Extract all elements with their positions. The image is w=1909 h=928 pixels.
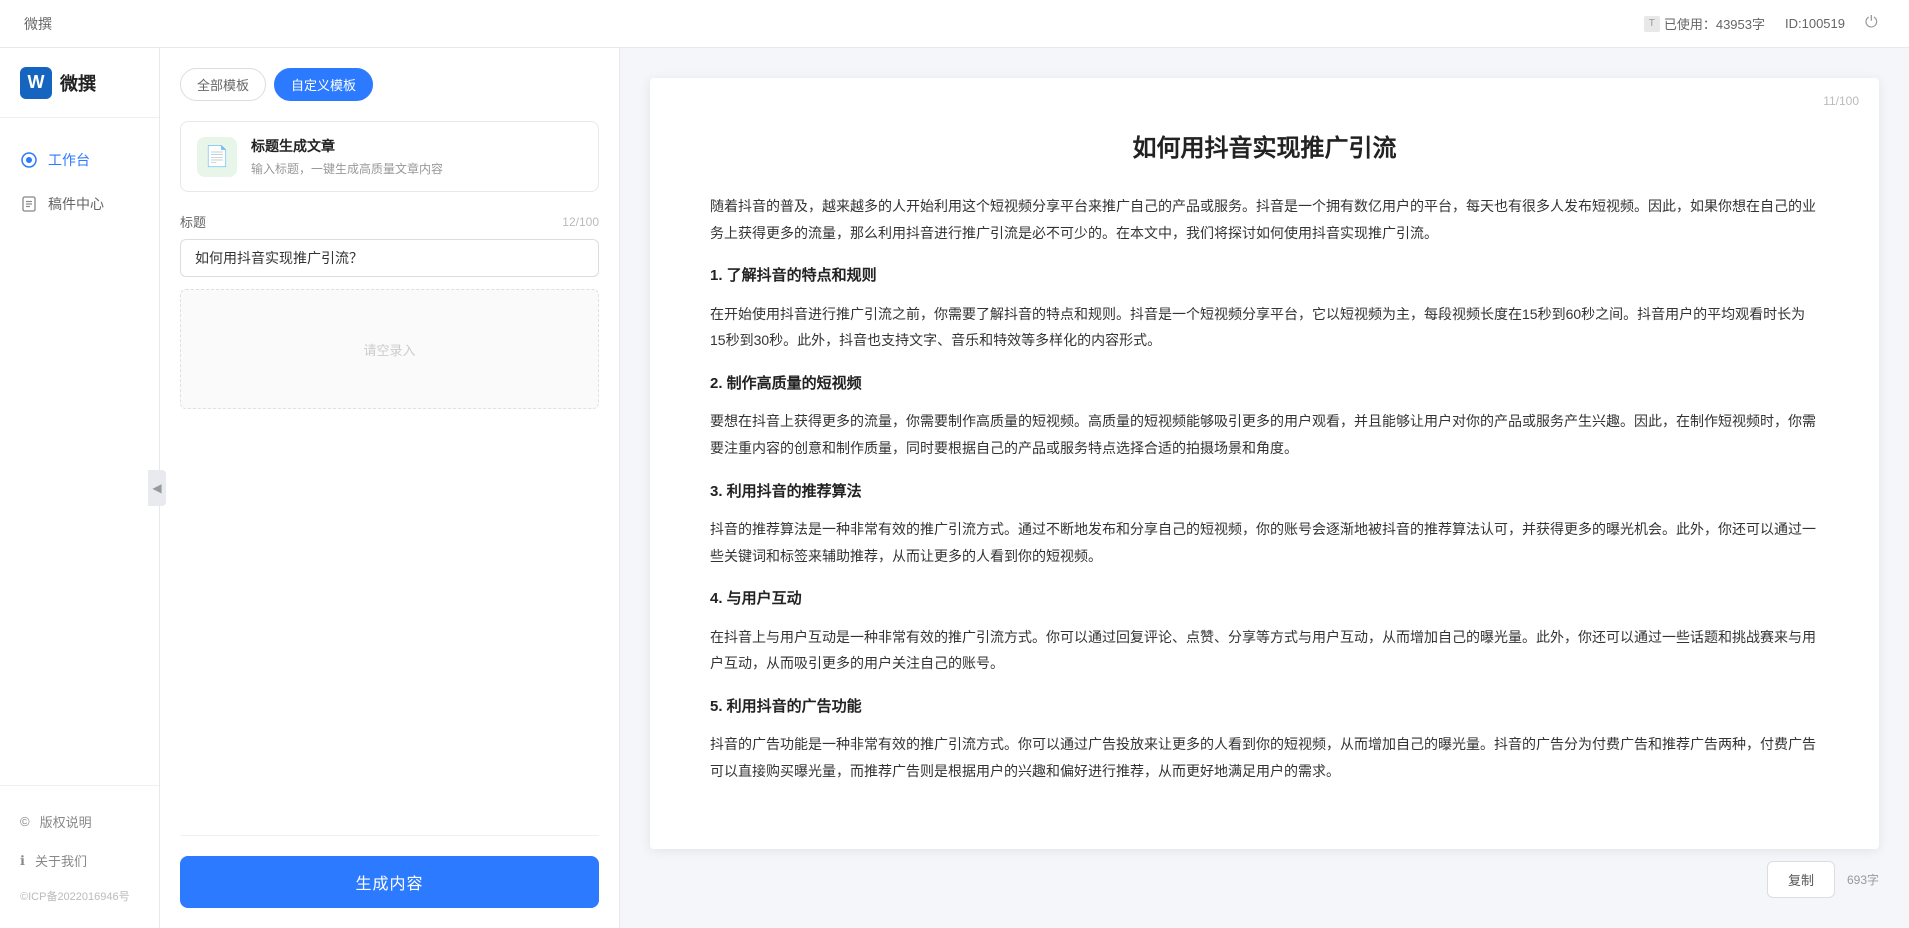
template-card-title: 标题生成文章 xyxy=(251,136,443,156)
power-button[interactable]: ⏻ xyxy=(1865,14,1885,34)
section-heading: 5. 利用抖音的广告功能 xyxy=(710,693,1819,722)
form-title-label: 标题 12/100 xyxy=(180,212,599,231)
header-id: ID:100519 xyxy=(1785,16,1845,31)
section-heading: 2. 制作高质量的短视频 xyxy=(710,370,1819,399)
copyright-icon: © xyxy=(20,814,30,829)
copyright-label: 版权说明 xyxy=(40,812,92,831)
generate-section: 生成内容 xyxy=(180,815,599,908)
form-title-count: 12/100 xyxy=(562,215,599,229)
logo-icon: W xyxy=(20,67,52,99)
section-heading: 4. 与用户互动 xyxy=(710,585,1819,614)
drafts-icon xyxy=(20,195,38,213)
sidebar-nav: 工作台 稿件中心 xyxy=(0,118,159,785)
section-heading: 3. 利用抖音的推荐算法 xyxy=(710,478,1819,507)
copy-button[interactable]: 复制 xyxy=(1767,861,1835,898)
sidebar-item-drafts-label: 稿件中心 xyxy=(48,194,104,214)
icp-text: ©ICP备2022016946号 xyxy=(0,880,159,912)
sidebar-bottom: © 版权说明 ℹ 关于我们 ©ICP备2022016946号 xyxy=(0,785,159,928)
left-panel: 全部模板 自定义模板 📄 标题生成文章 输入标题，一键生成高质量文章内容 标题 … xyxy=(160,48,620,928)
template-card[interactable]: 📄 标题生成文章 输入标题，一键生成高质量文章内容 xyxy=(180,121,599,192)
workbench-icon xyxy=(20,151,38,169)
right-panel: 11/100 如何用抖音实现推广引流 随着抖音的普及，越来越多的人开始利用这个短… xyxy=(620,48,1909,928)
sidebar-item-workbench-label: 工作台 xyxy=(48,150,90,170)
tab-all-templates[interactable]: 全部模板 xyxy=(180,68,266,101)
additional-input-area: 请空录入 xyxy=(180,289,599,409)
logo-text: 微撰 xyxy=(60,70,96,96)
about-icon: ℹ xyxy=(20,853,25,869)
section-paragraph: 在抖音上与用户互动是一种非常有效的推广引流方式。你可以通过回复评论、点赞、分享等… xyxy=(710,624,1819,677)
page-number: 11/100 xyxy=(1823,94,1859,108)
usage-text: 已使用：43953字 xyxy=(1664,14,1765,33)
template-card-info: 标题生成文章 输入标题，一键生成高质量文章内容 xyxy=(251,136,443,177)
section-heading: 1. 了解抖音的特点和规则 xyxy=(710,262,1819,291)
template-card-icon: 📄 xyxy=(197,137,237,177)
header-right: T 已使用：43953字 ID:100519 ⏻ xyxy=(1644,14,1885,34)
preview-bottom-bar: 复制 693字 xyxy=(650,849,1879,898)
header: 微撰 T 已使用：43953字 ID:100519 ⏻ xyxy=(0,0,1909,48)
title-input[interactable] xyxy=(180,239,599,277)
divider xyxy=(180,835,599,836)
sidebar-item-drafts[interactable]: 稿件中心 xyxy=(0,182,159,226)
placeholder-text: 请空录入 xyxy=(363,340,415,359)
section-paragraph: 随着抖音的普及，越来越多的人开始利用这个短视频分享平台来推广自己的产品或服务。抖… xyxy=(710,193,1819,246)
document-body: 随着抖音的普及，越来越多的人开始利用这个短视频分享平台来推广自己的产品或服务。抖… xyxy=(710,193,1819,785)
sidebar-item-workbench[interactable]: 工作台 xyxy=(0,138,159,182)
header-usage: T 已使用：43953字 xyxy=(1644,14,1765,33)
content-area: 全部模板 自定义模板 📄 标题生成文章 输入标题，一键生成高质量文章内容 标题 … xyxy=(160,48,1909,928)
section-paragraph: 抖音的广告功能是一种非常有效的推广引流方式。你可以通过广告投放来让更多的人看到你… xyxy=(710,731,1819,784)
sidebar-logo: W 微撰 xyxy=(0,48,159,118)
section-paragraph: 抖音的推荐算法是一种非常有效的推广引流方式。通过不断地发布和分享自己的短视频，你… xyxy=(710,516,1819,569)
template-tabs: 全部模板 自定义模板 xyxy=(180,68,599,101)
header-title: 微撰 xyxy=(24,14,52,34)
tab-custom-templates[interactable]: 自定义模板 xyxy=(274,68,373,101)
section-paragraph: 要想在抖音上获得更多的流量，你需要制作高质量的短视频。高质量的短视频能够吸引更多… xyxy=(710,408,1819,461)
document-title: 如何用抖音实现推广引流 xyxy=(710,128,1819,163)
sidebar-copyright-item[interactable]: © 版权说明 xyxy=(0,802,159,841)
main-layout: W 微撰 工作台 xyxy=(0,48,1909,928)
sidebar: W 微撰 工作台 xyxy=(0,48,160,928)
usage-icon: T xyxy=(1644,16,1660,32)
form-section: 标题 12/100 请空录入 xyxy=(180,212,599,425)
word-count: 693字 xyxy=(1847,871,1879,888)
section-paragraph: 在开始使用抖音进行推广引流之前，你需要了解抖音的特点和规则。抖音是一个短视频分享… xyxy=(710,301,1819,354)
sidebar-about-item[interactable]: ℹ 关于我们 xyxy=(0,841,159,880)
sidebar-collapse-button[interactable]: ◀ xyxy=(148,470,166,506)
generate-button[interactable]: 生成内容 xyxy=(180,856,599,908)
about-label: 关于我们 xyxy=(35,851,87,870)
preview-document[interactable]: 11/100 如何用抖音实现推广引流 随着抖音的普及，越来越多的人开始利用这个短… xyxy=(650,78,1879,849)
template-card-desc: 输入标题，一键生成高质量文章内容 xyxy=(251,160,443,177)
